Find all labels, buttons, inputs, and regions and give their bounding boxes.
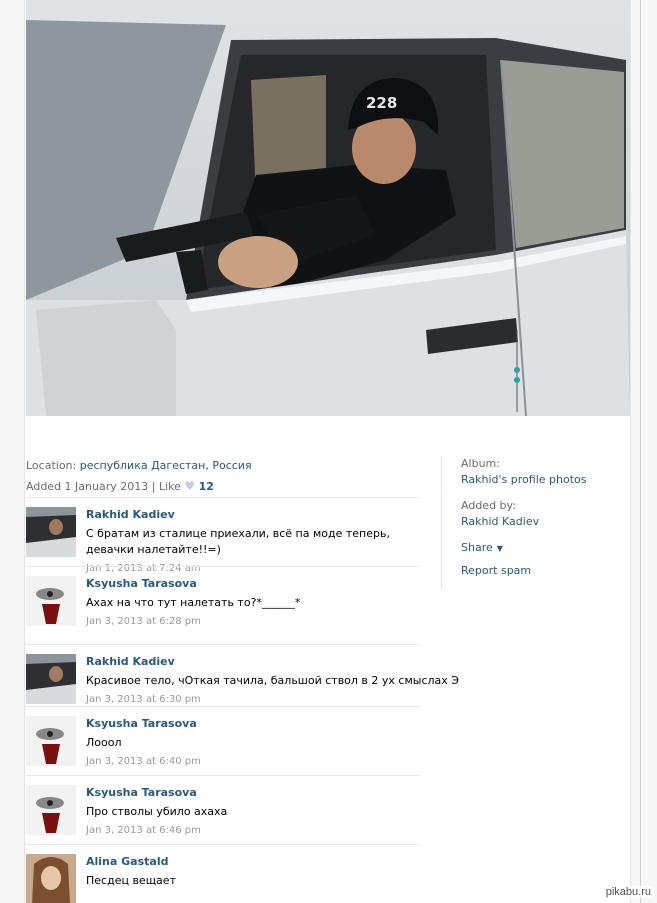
- added-date: Added 1 January 2013: [26, 480, 149, 493]
- avatar[interactable]: [26, 785, 76, 835]
- comment-text: Песдец вещает: [86, 874, 176, 887]
- album-link[interactable]: Rakhid's profile photos: [461, 472, 621, 488]
- comment-author[interactable]: Rakhid Kadiev: [86, 507, 420, 523]
- avatar[interactable]: [26, 716, 76, 766]
- avatar[interactable]: [26, 654, 76, 704]
- comment-item: Ksyusha Tarasova Ахах на что тут налетат…: [26, 566, 420, 644]
- location-link[interactable]: республика Дагестан, Россия: [80, 459, 252, 472]
- report-spam-link[interactable]: Report spam: [461, 563, 621, 579]
- comment-text: С братам из сталице приехали, всё па мод…: [86, 527, 390, 556]
- comment-item: Alina Gastald Песдец вещает: [26, 844, 420, 903]
- main-photo[interactable]: 228: [26, 0, 630, 416]
- comment-date[interactable]: Jan 3, 2013 at 6:28 pm: [86, 614, 420, 630]
- comment-item: Ksyusha Tarasova Лооол Jan 3, 2013 at 6:…: [26, 706, 420, 775]
- comment-date[interactable]: Jan 3, 2013 at 6:40 pm: [86, 754, 420, 770]
- comment-item: Rakhid Kadiev Красивое тело, чОткая тачи…: [26, 644, 459, 706]
- added-by-link[interactable]: Rakhid Kadiev: [461, 514, 621, 530]
- share-button[interactable]: Share ▼: [461, 540, 621, 557]
- like-button[interactable]: Like: [159, 480, 181, 493]
- location-label: Location:: [26, 459, 80, 472]
- location-line: Location: республика Дагестан, Россия: [26, 456, 426, 476]
- added-line: Added 1 January 2013 | Like ♥ 12: [26, 476, 426, 497]
- share-label: Share: [461, 541, 493, 554]
- comment-text: Про стволы убило ахаха: [86, 805, 228, 818]
- comment-author[interactable]: Ksyusha Tarasova: [86, 716, 420, 732]
- like-count[interactable]: 12: [199, 480, 214, 493]
- comment-author[interactable]: Rakhid Kadiev: [86, 654, 420, 670]
- right-frame-line: [640, 0, 641, 903]
- comment-text: Лооол: [86, 736, 122, 749]
- comment-item: Rakhid Kadiev С братам из сталице приеха…: [26, 497, 420, 574]
- avatar[interactable]: [26, 507, 76, 557]
- avatar[interactable]: [26, 576, 76, 626]
- right-frame: [630, 0, 657, 903]
- separator: |: [151, 480, 156, 493]
- photo-sidebar: Album: Rakhid's profile photos Added by:…: [441, 456, 621, 588]
- heart-icon[interactable]: ♥: [184, 479, 195, 493]
- added-by-label: Added by:: [461, 499, 516, 512]
- chevron-down-icon: ▼: [496, 544, 503, 553]
- avatar[interactable]: [26, 854, 76, 903]
- comment-text: Ахах на что тут налетать то?*______*: [86, 596, 301, 609]
- comment-item: Ksyusha Tarasova Про стволы убило ахаха …: [26, 775, 420, 844]
- comment-author[interactable]: Ksyusha Tarasova: [86, 785, 420, 801]
- album-label: Album:: [461, 457, 500, 470]
- comments-list: Rakhid Kadiev С братам из сталице приеха…: [26, 497, 459, 903]
- comment-date[interactable]: Jan 3, 2013 at 6:46 pm: [86, 823, 420, 839]
- cap-text: 228: [366, 94, 397, 112]
- photo-meta: Location: республика Дагестан, Россия Ad…: [26, 456, 426, 497]
- comment-author[interactable]: Ksyusha Tarasova: [86, 576, 420, 592]
- watermark-logo: pikabu.ru: [603, 886, 653, 898]
- left-frame: [0, 0, 25, 903]
- comment-author[interactable]: Alina Gastald: [86, 854, 420, 870]
- comment-text: Красивое тело, чОткая тачила, бальшой ст…: [86, 674, 459, 687]
